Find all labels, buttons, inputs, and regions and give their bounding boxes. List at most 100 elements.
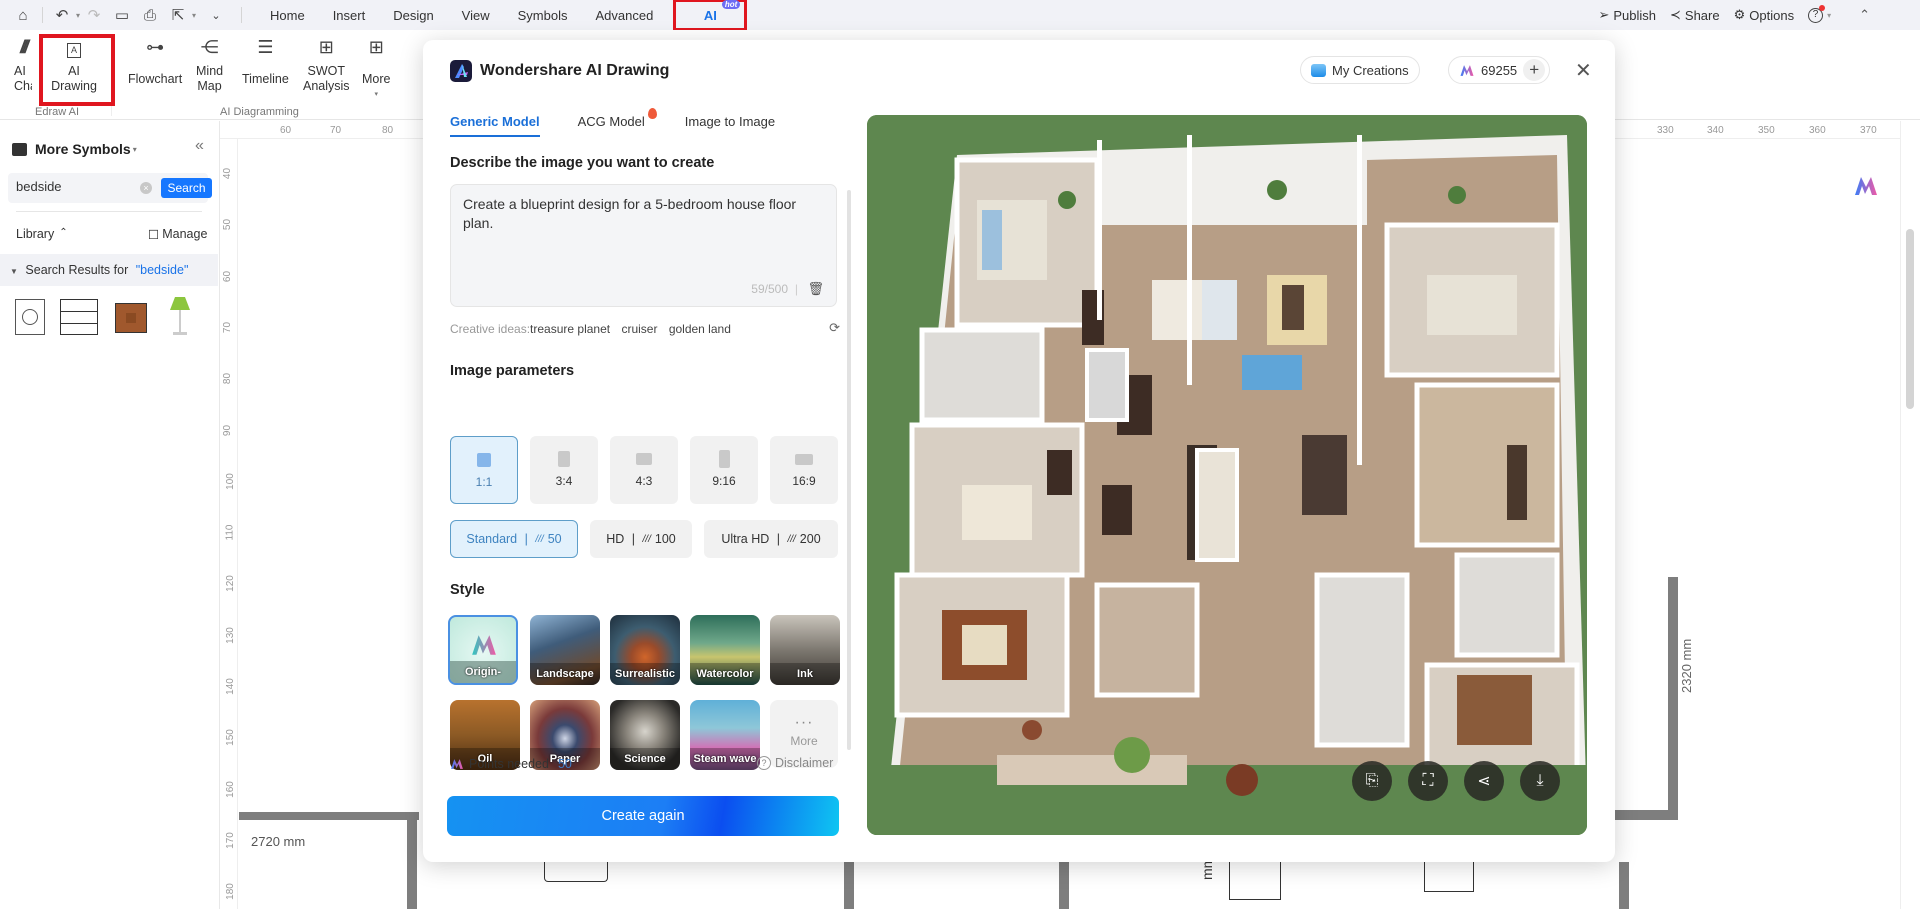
my-creations-button[interactable]: My Creations xyxy=(1300,56,1420,84)
style-steam-wave[interactable]: Steam wave xyxy=(690,700,760,770)
search-button[interactable]: Search xyxy=(161,178,212,198)
bedside-lamp-symbol[interactable] xyxy=(15,299,45,335)
caret-down-icon: ▼ xyxy=(10,267,18,276)
idea-chip[interactable]: cruiser xyxy=(621,322,657,336)
style-ink[interactable]: Ink xyxy=(770,615,840,685)
menu-view[interactable]: View xyxy=(448,0,504,30)
export-dropdown-icon[interactable]: ▾ xyxy=(189,4,199,26)
create-again-button[interactable]: Create again xyxy=(447,796,839,836)
ratio-4-3[interactable]: 4:3 xyxy=(610,436,678,504)
edit-image-button[interactable]: ⎘ xyxy=(1352,761,1392,801)
options-button[interactable]: ⚙ Options xyxy=(1734,7,1794,23)
quality-standard[interactable]: Standard | ///50 xyxy=(450,520,578,558)
tab-image-to-image[interactable]: Image to Image xyxy=(685,114,775,137)
collapse-ribbon-icon[interactable]: ⌃ xyxy=(1859,7,1870,23)
bedside-table-symbol[interactable] xyxy=(115,303,147,333)
print-icon[interactable]: ⎙ xyxy=(139,4,161,26)
timeline-label: Timeline xyxy=(242,72,289,86)
symbol-search-input[interactable] xyxy=(16,179,126,194)
library-toggle[interactable]: Library ⌃ xyxy=(16,227,68,241)
prompt-input[interactable]: Create a blueprint design for a 5-bedroo… xyxy=(463,195,813,252)
home-icon[interactable]: ⌂ xyxy=(12,4,34,26)
clear-search-icon[interactable]: × xyxy=(140,182,152,194)
ai-assistant-logo-icon[interactable] xyxy=(1853,175,1879,197)
style-surrealistic[interactable]: Surrealistic xyxy=(610,615,680,685)
manage-button[interactable]: ☐ Manage xyxy=(148,227,207,242)
ratio-1-1[interactable]: 1:1 xyxy=(450,436,518,504)
download-icon: ⤓ xyxy=(1536,772,1544,789)
ruler-tick-label: 100 xyxy=(224,472,236,490)
ruler-tick-label: 130 xyxy=(224,626,236,644)
share-button[interactable]: ≺ Share xyxy=(1670,7,1720,23)
menu-ai-label: AI xyxy=(703,7,717,23)
generated-image-preview[interactable]: ⎘ ⛶ ⋖ ⤓ xyxy=(867,115,1587,835)
save-icon[interactable]: ▭ xyxy=(111,4,133,26)
style-landscape[interactable]: Landscape xyxy=(530,615,600,685)
wondershare-ai-logo-icon xyxy=(450,60,472,82)
table-lamp-symbol[interactable] xyxy=(166,297,194,337)
ai-chat-button[interactable]: /// AI Cha xyxy=(14,38,32,94)
ratio-9-16[interactable]: 9:16 xyxy=(690,436,758,504)
trash-icon[interactable]: 🗑 xyxy=(807,281,824,297)
more-dropdown-icon[interactable]: ⌄ xyxy=(205,4,227,26)
vertical-scrollbar[interactable] xyxy=(1906,229,1914,409)
undo-icon[interactable]: ↶ xyxy=(51,4,73,26)
ratio-3-4[interactable]: 3:4 xyxy=(530,436,598,504)
creative-ideas: Creative ideas:treasure planet cruiser g… xyxy=(450,320,840,336)
help-dropdown-icon: ▾ xyxy=(1827,10,1832,20)
undo-dropdown-icon[interactable]: ▾ xyxy=(73,4,83,26)
tab-acg-model[interactable]: ACG Model xyxy=(578,108,657,137)
refresh-ideas-icon[interactable]: ⟳ xyxy=(829,320,840,336)
download-button[interactable]: ⤓ xyxy=(1520,761,1560,801)
ruler-tick-label: 90 xyxy=(222,424,234,436)
style-origin[interactable]: Origin-com... xyxy=(448,615,518,685)
style-watercolor[interactable]: Watercolor xyxy=(690,615,760,685)
quality-hd[interactable]: HD | ///100 xyxy=(590,520,692,558)
search-results-header[interactable]: ▼ Search Results for "bedside" xyxy=(0,254,218,286)
collapse-sidebar-icon[interactable]: « xyxy=(195,137,204,155)
send-icon: ➢ xyxy=(1598,7,1610,22)
more-label: More xyxy=(362,72,391,86)
quality-ultra-hd[interactable]: Ultra HD | ///200 xyxy=(704,520,838,558)
my-creations-label: My Creations xyxy=(1332,62,1409,78)
sidebar-title[interactable]: More Symbols xyxy=(35,141,131,157)
menu-home[interactable]: Home xyxy=(256,0,319,30)
menu-ai[interactable]: AI hot xyxy=(673,0,748,31)
publish-button[interactable]: ➢ Publish xyxy=(1598,7,1656,23)
menu-symbols[interactable]: Symbols xyxy=(504,0,582,30)
chevron-up-double-icon: ⌃ xyxy=(59,227,68,238)
points-logo-icon xyxy=(451,759,463,769)
title-dropdown-icon[interactable]: ▾ xyxy=(133,145,137,154)
add-points-button[interactable]: + xyxy=(1523,59,1546,81)
mind-map-button[interactable]: ⋲ Mind Map xyxy=(196,37,223,94)
ratio-16-9[interactable]: 16:9 xyxy=(770,436,838,504)
timeline-button[interactable]: ☰ Timeline xyxy=(242,38,289,87)
close-dialog-icon[interactable]: ✕ xyxy=(1575,58,1592,83)
menu-advanced[interactable]: Advanced xyxy=(581,0,667,30)
ai-chat-label: AI Cha xyxy=(14,64,32,93)
disclaimer-link[interactable]: ? Disclaimer xyxy=(757,756,833,770)
divider xyxy=(1900,121,1901,909)
redo-icon[interactable]: ↷ xyxy=(83,4,105,26)
fullscreen-button[interactable]: ⛶ xyxy=(1408,761,1448,801)
menu-design[interactable]: Design xyxy=(379,0,447,30)
mind-map-icon: ⋲ xyxy=(200,37,219,57)
export-icon[interactable]: ⇱ xyxy=(167,4,189,26)
settings-scrollbar[interactable] xyxy=(847,190,851,750)
style-label: Landscape xyxy=(530,663,600,685)
help-button[interactable]: ? ▾ xyxy=(1808,4,1832,23)
more-styles-label: More xyxy=(790,734,818,748)
menu-insert[interactable]: Insert xyxy=(319,0,380,30)
idea-chip[interactable]: golden land xyxy=(669,322,731,336)
divider: | xyxy=(521,532,532,546)
char-counter: 59/500 xyxy=(751,282,788,296)
more-button[interactable]: ⊞ More ▾ xyxy=(362,38,391,102)
swot-analysis-button[interactable]: ⊞ SWOT Analysis xyxy=(303,38,350,94)
tab-generic-model[interactable]: Generic Model xyxy=(450,114,540,137)
share-image-button[interactable]: ⋖ xyxy=(1464,761,1504,801)
style-science[interactable]: Science xyxy=(610,700,680,770)
bedside-drawer-symbol[interactable] xyxy=(60,299,98,335)
idea-chip[interactable]: treasure planet xyxy=(530,322,610,336)
flowchart-button[interactable]: ⊶ Flowchart xyxy=(128,38,182,87)
disclaimer-label: Disclaimer xyxy=(775,756,834,770)
